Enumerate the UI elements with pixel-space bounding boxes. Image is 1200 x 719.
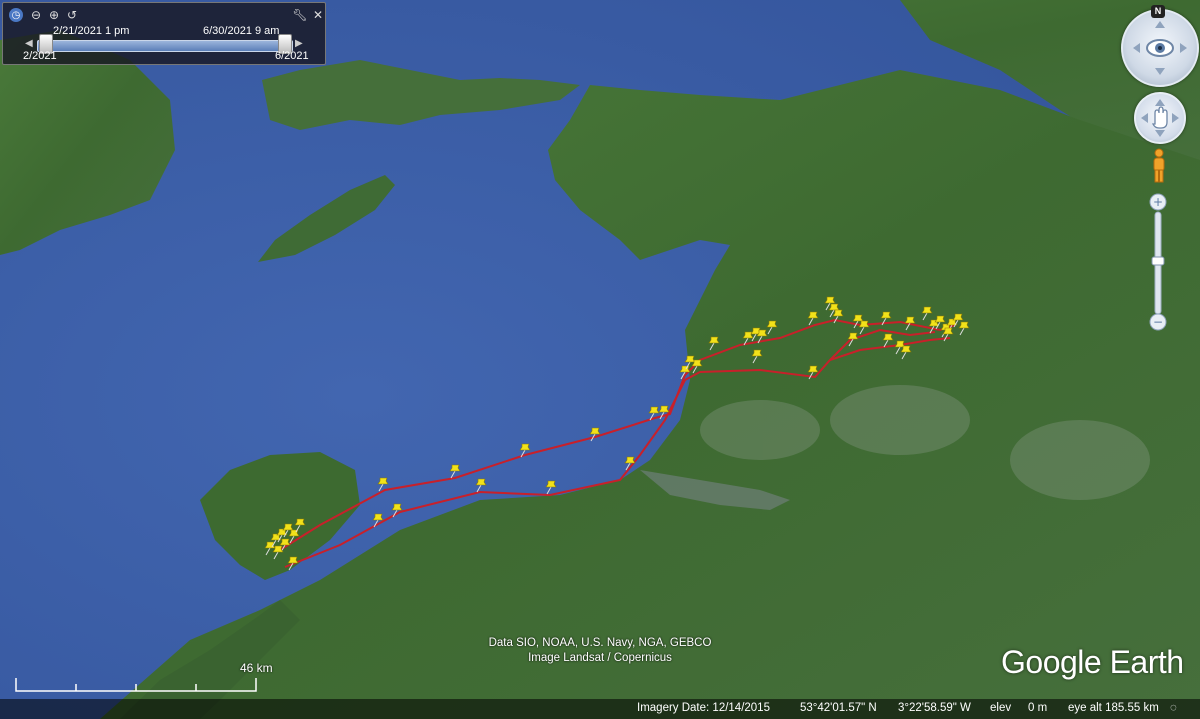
range-start-label: 2/2021 (23, 50, 57, 62)
elev-value: 0 m (1028, 702, 1048, 714)
zoom-in-icon[interactable]: ⊕ (47, 8, 61, 22)
scale-bar (15, 678, 257, 692)
svg-text:+: + (1153, 195, 1163, 209)
history-icon[interactable]: ↺ (65, 8, 79, 22)
end-time-label: 6/30/2021 9 am (203, 25, 280, 37)
longitude-readout: 3°22'58.59" W (898, 702, 971, 714)
step-forward-icon[interactable]: ▶ (295, 38, 303, 49)
scale-label: 46 km (240, 661, 273, 675)
svg-text:−: − (1153, 315, 1163, 329)
close-icon[interactable]: ✕ (311, 8, 325, 22)
time-slider-panel[interactable]: ◷ ⊖ ⊕ ↺ 🔧︎ ✕ 2/21/2021 1 pm 6/30/2021 9 … (2, 2, 326, 65)
zoom-thumb[interactable] (1151, 256, 1165, 266)
start-time-label: 2/21/2021 1 pm (53, 25, 130, 37)
latitude-readout: 53°42'01.57" N (800, 702, 877, 714)
clock-icon[interactable]: ◷ (9, 8, 23, 22)
look-control[interactable] (1121, 9, 1199, 87)
map-view[interactable] (0, 0, 1200, 719)
zoom-slider[interactable]: + − (1149, 193, 1167, 333)
move-control[interactable] (1134, 92, 1186, 144)
compass-north-button[interactable]: N (1151, 5, 1165, 18)
pegman-icon[interactable] (1149, 148, 1169, 184)
step-back-icon[interactable]: ◀ (25, 38, 33, 49)
attribution: Data SIO, NOAA, U.S. Navy, NGA, GEBCO Im… (470, 636, 730, 666)
move-icon (1141, 99, 1179, 137)
time-range-track[interactable] (37, 40, 293, 52)
imagery-date: Imagery Date: 12/14/2015 (637, 702, 770, 714)
google-earth-logo: Google Earth (1001, 644, 1184, 680)
eye-altitude: eye alt 185.55 km (1068, 702, 1159, 714)
status-bar: Imagery Date: 12/14/2015 53°42'01.57" N … (0, 699, 1200, 719)
look-icon (1133, 21, 1187, 75)
loading-icon: ◌ (1170, 702, 1177, 714)
attribution-imagery: Image Landsat / Copernicus (528, 652, 672, 664)
elev-label: elev (990, 702, 1012, 714)
wrench-icon[interactable]: 🔧︎ (292, 8, 307, 22)
attribution-data: Data SIO, NOAA, U.S. Navy, NGA, GEBCO (488, 637, 712, 649)
range-end-label: 6/2021 (275, 50, 309, 62)
zoom-out-icon[interactable]: ⊖ (29, 8, 43, 22)
